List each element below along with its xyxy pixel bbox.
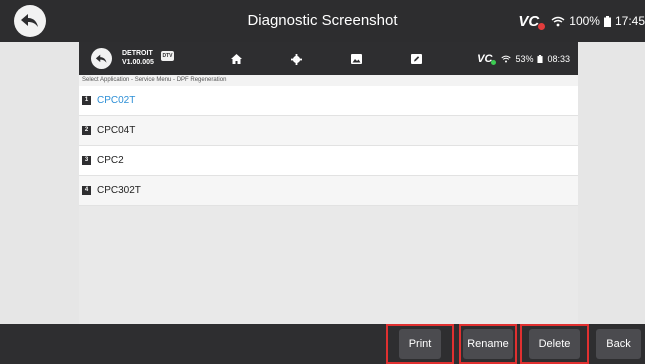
vci-status-icon: VC [477,53,497,65]
screenshot-preview: DETROIT V1.00.005 DTV VC 53% 08:33 Selec… [79,42,578,324]
delete-button-label: Delete [528,329,581,359]
back-arrow-icon [95,54,107,63]
list-item: 2 CPC04T [79,116,578,146]
battery-percent: 100% [569,14,600,28]
delete-button[interactable]: Delete [520,324,589,364]
item-number: 2 [82,126,91,135]
item-label: CPC04T [97,125,136,136]
print-button[interactable]: Print [386,324,454,364]
rename-button[interactable]: Rename [459,324,517,364]
ecu-list: 1 CPC02T 2 CPC04T 3 CPC2 4 CPC302T [79,86,578,206]
item-label: CPC302T [97,185,141,196]
clock: 17:45 [614,14,645,28]
gear-icon [289,52,303,66]
clock: 08:33 [547,53,570,64]
item-label: CPC02T [97,95,136,106]
home-icon [229,52,243,66]
battery-percent: 53% [515,53,534,64]
inner-status-bar: VC 53% 08:33 [477,42,570,75]
vci-status-icon: VC [518,13,546,30]
battery-icon [537,54,544,63]
breadcrumb: Select Application - Service Menu - DPF … [79,75,578,86]
app-name: DETROIT V1.00.005 [122,50,154,66]
list-item: 4 CPC302T [79,176,578,206]
image-icon [349,52,363,66]
battery-icon [603,15,611,27]
print-button-label: Print [398,329,442,359]
item-number: 4 [82,186,91,195]
item-number: 1 [82,96,91,105]
list-item: 1 CPC02T [79,86,578,116]
wifi-icon [551,16,565,26]
wifi-icon [501,55,512,62]
back-button-label: Back [596,329,641,359]
item-number: 3 [82,156,91,165]
rename-button-label: Rename [463,329,513,359]
app-icon: DTV [161,51,174,61]
status-bar: VC 100% 17:45 [518,0,645,42]
inner-back-button [91,48,112,69]
top-bar: Diagnostic Screenshot VC 100% 17:45 [0,0,645,42]
edit-icon [409,52,423,66]
item-label: CPC2 [97,155,124,166]
back-bottom-button[interactable]: Back [592,324,645,364]
inner-top-bar: DETROIT V1.00.005 DTV VC 53% 08:33 [79,42,578,75]
list-item: 3 CPC2 [79,146,578,176]
